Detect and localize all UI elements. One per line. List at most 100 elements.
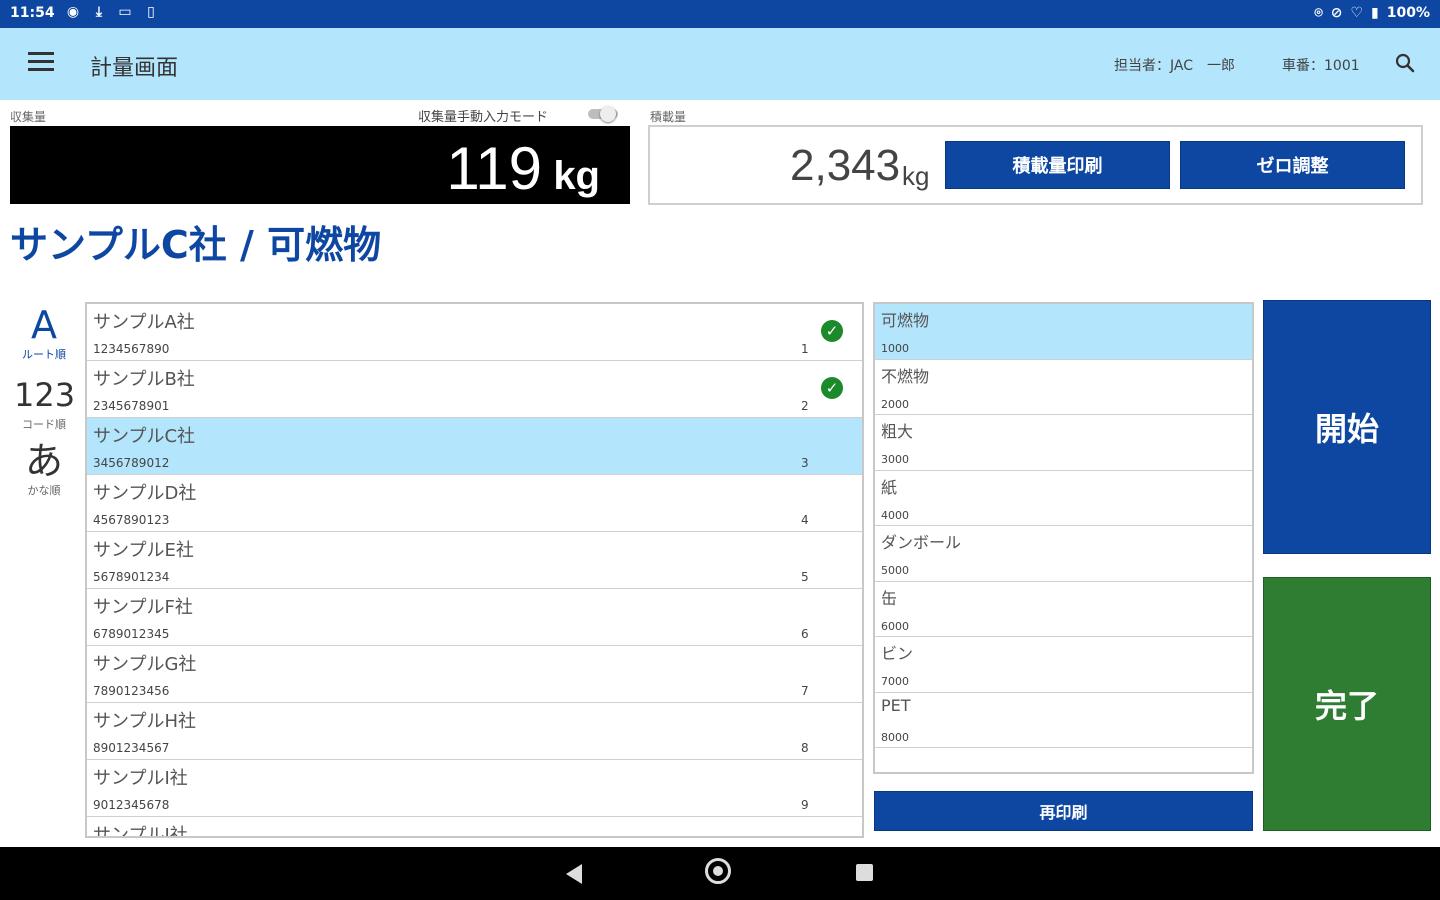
customer-name: サンプルG社 (93, 654, 197, 675)
customer-row[interactable]: サンプルE社 5678901234 5 (87, 532, 862, 589)
waste-type-row[interactable]: 缶 6000 (875, 582, 1252, 637)
check-icon: ✓ (821, 377, 843, 399)
customer-code: 7890123456 (93, 684, 170, 698)
customer-code: 1234567890 (93, 342, 170, 356)
zero-adjust-button[interactable]: ゼロ調整 (1180, 141, 1405, 189)
back-icon[interactable] (566, 864, 582, 884)
manual-mode-toggle[interactable] (588, 106, 620, 122)
waste-type-code: 2000 (881, 397, 909, 411)
customer-name: サンプルE社 (93, 540, 194, 561)
customer-code: 6789012345 (93, 627, 170, 641)
waste-type-row[interactable]: 可燃物 1000 (875, 304, 1252, 360)
customer-code: 8901234567 (93, 741, 170, 755)
search-icon[interactable] (1393, 51, 1417, 75)
waste-type-row[interactable]: ビン 7000 (875, 637, 1252, 693)
system-icon: ◉ (66, 4, 80, 20)
customer-name: サンプルA社 (93, 312, 195, 333)
customer-number: 4 (801, 513, 809, 527)
selection-title: サンプルC社 / 可燃物 (10, 223, 382, 267)
sort-route-caption: ルート順 (22, 348, 66, 361)
reprint-button[interactable]: 再印刷 (874, 791, 1253, 831)
customer-name: サンプルH社 (93, 711, 196, 732)
customer-row[interactable]: サンプルB社 2345678901 2 ✓ (87, 361, 862, 418)
load-value: 2,343 (790, 141, 901, 190)
customer-number: 2 (801, 399, 809, 413)
staff-label: 担当者：JAC 一郎 (1114, 58, 1235, 74)
waste-type-code: 6000 (881, 619, 909, 633)
waste-type-name: 可燃物 (881, 311, 930, 330)
collect-value: 119 (446, 135, 542, 202)
manual-mode-label: 収集量手動入力モード (418, 110, 549, 125)
customer-number: 6 (801, 627, 809, 641)
status-time: 11:54 (10, 5, 55, 21)
collect-unit: kg (553, 154, 600, 198)
waste-type-list[interactable]: 可燃物 1000 不燃物 2000 粗大 3000 紙 4000 ダンボール 5000 缶 6000 ビ… (873, 302, 1254, 774)
customer-number: 1 (801, 342, 809, 356)
waste-type-row[interactable]: 粗大 3000 (875, 415, 1252, 471)
customer-name: サンプルD社 (93, 483, 197, 504)
done-button[interactable]: 完了 (1263, 577, 1431, 831)
collect-display: 119 kg (10, 126, 630, 204)
start-button[interactable]: 開始 (1263, 300, 1431, 554)
page-title: 計量画面 (90, 56, 179, 81)
customer-code: 3456789012 (93, 456, 170, 470)
battery-percent: 100% (1386, 5, 1430, 21)
sort-route-glyph: A (31, 303, 57, 347)
customer-number: 9 (801, 798, 809, 812)
waste-type-code: 5000 (881, 564, 909, 577)
recent-apps-icon[interactable] (856, 864, 873, 881)
customer-name: サンプルB社 (93, 369, 195, 390)
vehicle-label: 車番：1001 (1282, 58, 1360, 74)
customer-code: 9012345678 (93, 798, 170, 812)
customer-row[interactable]: サンプルA社 1234567890 1 ✓ (87, 304, 862, 361)
status-right-icons: ⌾ ⊘ ♡ ▮ 100% (1314, 5, 1430, 21)
customer-row[interactable]: サンプルF社 6789012345 6 (87, 589, 862, 646)
battery-icon: ▮ (1371, 5, 1379, 21)
waste-type-row[interactable]: 不燃物 2000 (875, 360, 1252, 415)
waste-type-row[interactable]: PET 8000 (875, 693, 1252, 748)
photo-icon: ▭ (118, 4, 132, 20)
customer-name: サンプルJ社 (93, 825, 188, 838)
waste-type-name: ダンボール (881, 533, 962, 552)
waste-type-code: 3000 (881, 453, 909, 466)
sort-kana-glyph: あ (24, 439, 63, 483)
waste-type-name: 粗大 (881, 422, 914, 441)
home-icon[interactable] (705, 858, 731, 884)
waste-type-code: 8000 (881, 730, 909, 744)
sort-code-caption: コード順 (22, 418, 66, 431)
waste-type-row[interactable]: 紙 4000 (875, 471, 1252, 526)
customer-row[interactable]: サンプルH社 8901234567 8 (87, 703, 862, 760)
customer-code: 5678901234 (93, 570, 170, 584)
customer-row[interactable]: サンプルI社 9012345678 9 (87, 760, 862, 817)
customer-name: サンプルC社 (93, 426, 196, 447)
customer-list[interactable]: サンプルA社 1234567890 1 ✓ サンプルB社 2345678901 2 ✓ サンプル… (85, 302, 864, 838)
waste-type-row[interactable]: ダンボール 5000 (875, 526, 1252, 582)
status-bar: 11:54 ◉ ⤓ ▭ ▯ ⌾ ⊘ ♡ ▮ 100% (0, 0, 1440, 28)
customer-number: 5 (801, 570, 809, 584)
print-load-button[interactable]: 積載量印刷 (945, 141, 1170, 189)
download-icon: ⤓ (95, 4, 103, 20)
menu-icon[interactable] (28, 52, 54, 74)
waste-type-name: PET (881, 695, 911, 715)
sort-kana-button[interactable]: あ かな順 (14, 440, 74, 498)
status-left-icons: ◉ ⤓ ▭ ▯ (64, 4, 160, 20)
check-icon: ✓ (821, 320, 843, 342)
load-unit: kg (902, 161, 930, 191)
sort-code-button[interactable]: 123 コード順 (14, 374, 76, 432)
collect-label: 収集量 (10, 110, 47, 124)
customer-row[interactable]: サンプルC社 3456789012 3 (87, 418, 862, 475)
waste-type-name: 紙 (881, 477, 898, 497)
location-icon: ⌾ (1314, 5, 1323, 21)
waste-type-name: ビン (881, 644, 914, 663)
customer-row[interactable]: サンプルD社 4567890123 4 (87, 475, 862, 532)
sort-route-button[interactable]: A ルート順 (14, 304, 74, 362)
customer-number: 8 (801, 741, 809, 755)
waste-type-name: 缶 (881, 588, 898, 608)
waste-type-code: 7000 (881, 675, 909, 688)
customer-number: 7 (801, 684, 809, 698)
customer-row[interactable]: サンプルG社 7890123456 7 (87, 646, 862, 703)
sort-code-glyph: 123 (14, 376, 76, 414)
customer-name: サンプルI社 (93, 768, 188, 789)
sort-kana-caption: かな順 (27, 484, 61, 497)
customer-row[interactable]: サンプルJ社 (87, 817, 862, 838)
